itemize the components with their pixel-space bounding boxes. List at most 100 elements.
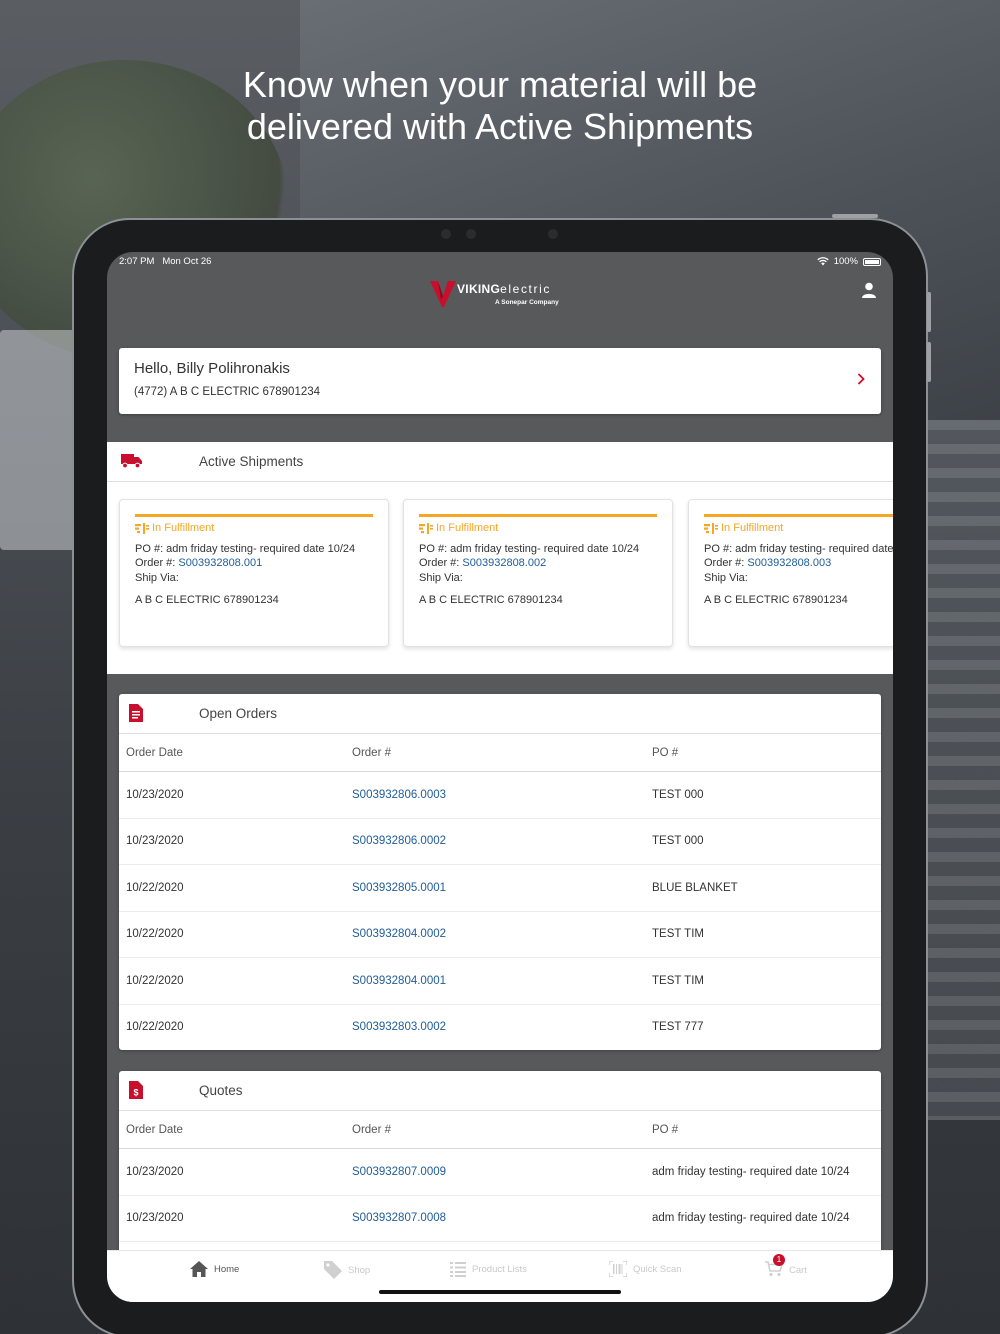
logo-brand-bold: VIKING [457, 282, 501, 296]
column-order-date[interactable]: Order Date [126, 747, 183, 759]
table-row[interactable]: 10/23/2020 S003932806.0003 TEST 000 [119, 772, 881, 819]
po-number: TEST 000 [652, 835, 704, 848]
order-date: 10/22/2020 [126, 928, 184, 941]
logo-wordmark: VIKINGelectric [457, 282, 551, 296]
shipment-customer: A B C ELECTRIC 678901234 [419, 594, 563, 606]
shipment-status: In Fulfillment [704, 522, 783, 534]
quote-po-number: adm friday testing- required date 10/24 [652, 1212, 850, 1225]
shipment-progress-bar [704, 514, 893, 517]
shipment-status: In Fulfillment [135, 522, 214, 534]
table-row[interactable]: 10/22/2020 S003932805.0001 BLUE BLANKET [119, 865, 881, 912]
shipment-card[interactable]: In Fulfillment PO #: adm friday testing-… [688, 499, 893, 647]
shipment-status-label: In Fulfillment [721, 522, 784, 534]
shipment-card[interactable]: In Fulfillment PO #: adm friday testing-… [119, 499, 389, 647]
headline-line-1: Know when your material will be [242, 64, 758, 105]
active-shipments-section: Active Shipments In Fulfillment PO #: ad… [107, 442, 893, 674]
quote-document-icon: $ [129, 1081, 143, 1099]
status-bar: 2:07 PM Mon Oct 26 100% [107, 252, 893, 272]
tablet-side-button-2 [927, 342, 931, 382]
status-time: 2:07 PM [119, 256, 155, 267]
order-number-link[interactable]: S003932806.0002 [352, 835, 446, 847]
order-number-link[interactable]: S003932804.0002 [352, 928, 446, 940]
tablet-top-button [832, 214, 878, 218]
order-number-link[interactable]: S003932803.0002 [352, 1021, 446, 1033]
logo-tagline: A Sonepar Company [495, 299, 559, 306]
user-account-icon[interactable] [861, 282, 877, 298]
po-number: TEST 000 [652, 788, 704, 801]
truck-icon [121, 454, 142, 469]
tab-product-lists-label: Product Lists [472, 1263, 527, 1275]
battery-icon [863, 257, 881, 266]
quotes-title: Quotes [199, 1083, 243, 1098]
shipment-order-link[interactable]: S003932808.003 [747, 557, 831, 569]
greeting-name: Hello, Billy Polihronakis [134, 360, 290, 377]
order-date: 10/23/2020 [126, 788, 184, 801]
shipment-order-link[interactable]: S003932808.002 [462, 557, 546, 569]
table-row[interactable]: 10/22/2020 S003932804.0002 TEST TIM [119, 912, 881, 958]
tab-quick-scan[interactable]: Quick Scan [609, 1261, 682, 1277]
quote-date: 10/23/2020 [126, 1165, 184, 1178]
shipment-status: In Fulfillment [419, 522, 498, 534]
shipment-status-label: In Fulfillment [436, 522, 499, 534]
order-date: 10/22/2020 [126, 974, 184, 987]
tab-shop[interactable]: Shop [324, 1261, 370, 1279]
column-po-number[interactable]: PO # [652, 747, 678, 759]
status-indicators: 100% [817, 256, 881, 267]
table-row[interactable]: 10/22/2020 S003932803.0002 TEST 777 [119, 1005, 881, 1051]
cart-count-badge: 1 [773, 1254, 785, 1266]
fulfillment-icon [135, 522, 149, 534]
po-number: TEST TIM [652, 974, 704, 987]
document-icon [129, 704, 143, 722]
table-row[interactable]: 10/23/2020 S003932806.0002 TEST 000 [119, 819, 881, 865]
tab-cart-label: Cart [789, 1265, 807, 1276]
shipment-po: PO #: adm friday testing- required date … [704, 543, 893, 555]
headline-line-2: delivered with Active Shipments [246, 106, 754, 147]
order-number-link[interactable]: S003932806.0003 [352, 789, 446, 801]
po-number: BLUE BLANKET [652, 881, 738, 894]
quote-number-link[interactable]: S003932807.0008 [352, 1212, 446, 1224]
bottom-tab-bar: Home Shop Product Lists Quick Scan 1 Car… [107, 1250, 893, 1302]
shipment-order: Order #: S003932808.003 [704, 557, 831, 569]
shipment-ship-via: Ship Via: [704, 572, 748, 584]
shipment-ship-via: Ship Via: [419, 572, 463, 584]
open-orders-table-header: Order Date Order # PO # [119, 734, 881, 772]
list-icon [450, 1262, 466, 1277]
shipment-order-link[interactable]: S003932808.001 [178, 557, 262, 569]
cart-icon-wrapper: 1 [765, 1254, 785, 1280]
column-order-number[interactable]: Order # [352, 747, 391, 759]
home-icon [190, 1261, 208, 1277]
quote-number-link[interactable]: S003932807.0009 [352, 1166, 446, 1178]
tag-icon [324, 1261, 342, 1279]
shipment-status-label: In Fulfillment [152, 522, 215, 534]
tab-cart[interactable]: 1 Cart [765, 1254, 807, 1280]
shipment-progress-bar [419, 514, 657, 517]
table-row[interactable]: 10/23/2020 S003932807.0008 adm friday te… [119, 1196, 881, 1242]
fulfillment-icon [704, 522, 718, 534]
column-po-number[interactable]: PO # [652, 1124, 678, 1136]
tab-home[interactable]: Home [190, 1261, 239, 1277]
status-date: Mon Oct 26 [162, 256, 212, 267]
status-time-date: 2:07 PM Mon Oct 26 [119, 256, 211, 267]
po-number: TEST TIM [652, 928, 704, 941]
order-number-link[interactable]: S003932804.0001 [352, 975, 446, 987]
order-number-link[interactable]: S003932805.0001 [352, 882, 446, 894]
column-order-date[interactable]: Order Date [126, 1124, 183, 1136]
shipment-progress-bar [135, 514, 373, 517]
order-date: 10/23/2020 [126, 835, 184, 848]
home-indicator[interactable] [379, 1290, 621, 1294]
order-label: Order #: [419, 557, 463, 569]
tab-product-lists[interactable]: Product Lists [450, 1261, 527, 1277]
shipment-card[interactable]: In Fulfillment PO #: adm friday testing-… [403, 499, 673, 647]
tablet-side-button-1 [927, 292, 931, 332]
open-orders-header: Open Orders [119, 694, 881, 734]
viking-v-logo-icon [430, 281, 456, 307]
table-row[interactable]: 10/23/2020 S003932807.0009 adm friday te… [119, 1149, 881, 1196]
table-row[interactable]: 10/22/2020 S003932804.0001 TEST TIM [119, 958, 881, 1005]
quotes-table-header: Order Date Order # PO # [119, 1111, 881, 1149]
column-order-number[interactable]: Order # [352, 1124, 391, 1136]
camera-icon [466, 229, 476, 239]
shipment-po: PO #: adm friday testing- required date … [135, 543, 356, 555]
account-greeting-card[interactable]: Hello, Billy Polihronakis (4772) A B C E… [119, 348, 881, 414]
order-label: Order #: [135, 557, 179, 569]
shipment-customer: A B C ELECTRIC 678901234 [704, 594, 848, 606]
